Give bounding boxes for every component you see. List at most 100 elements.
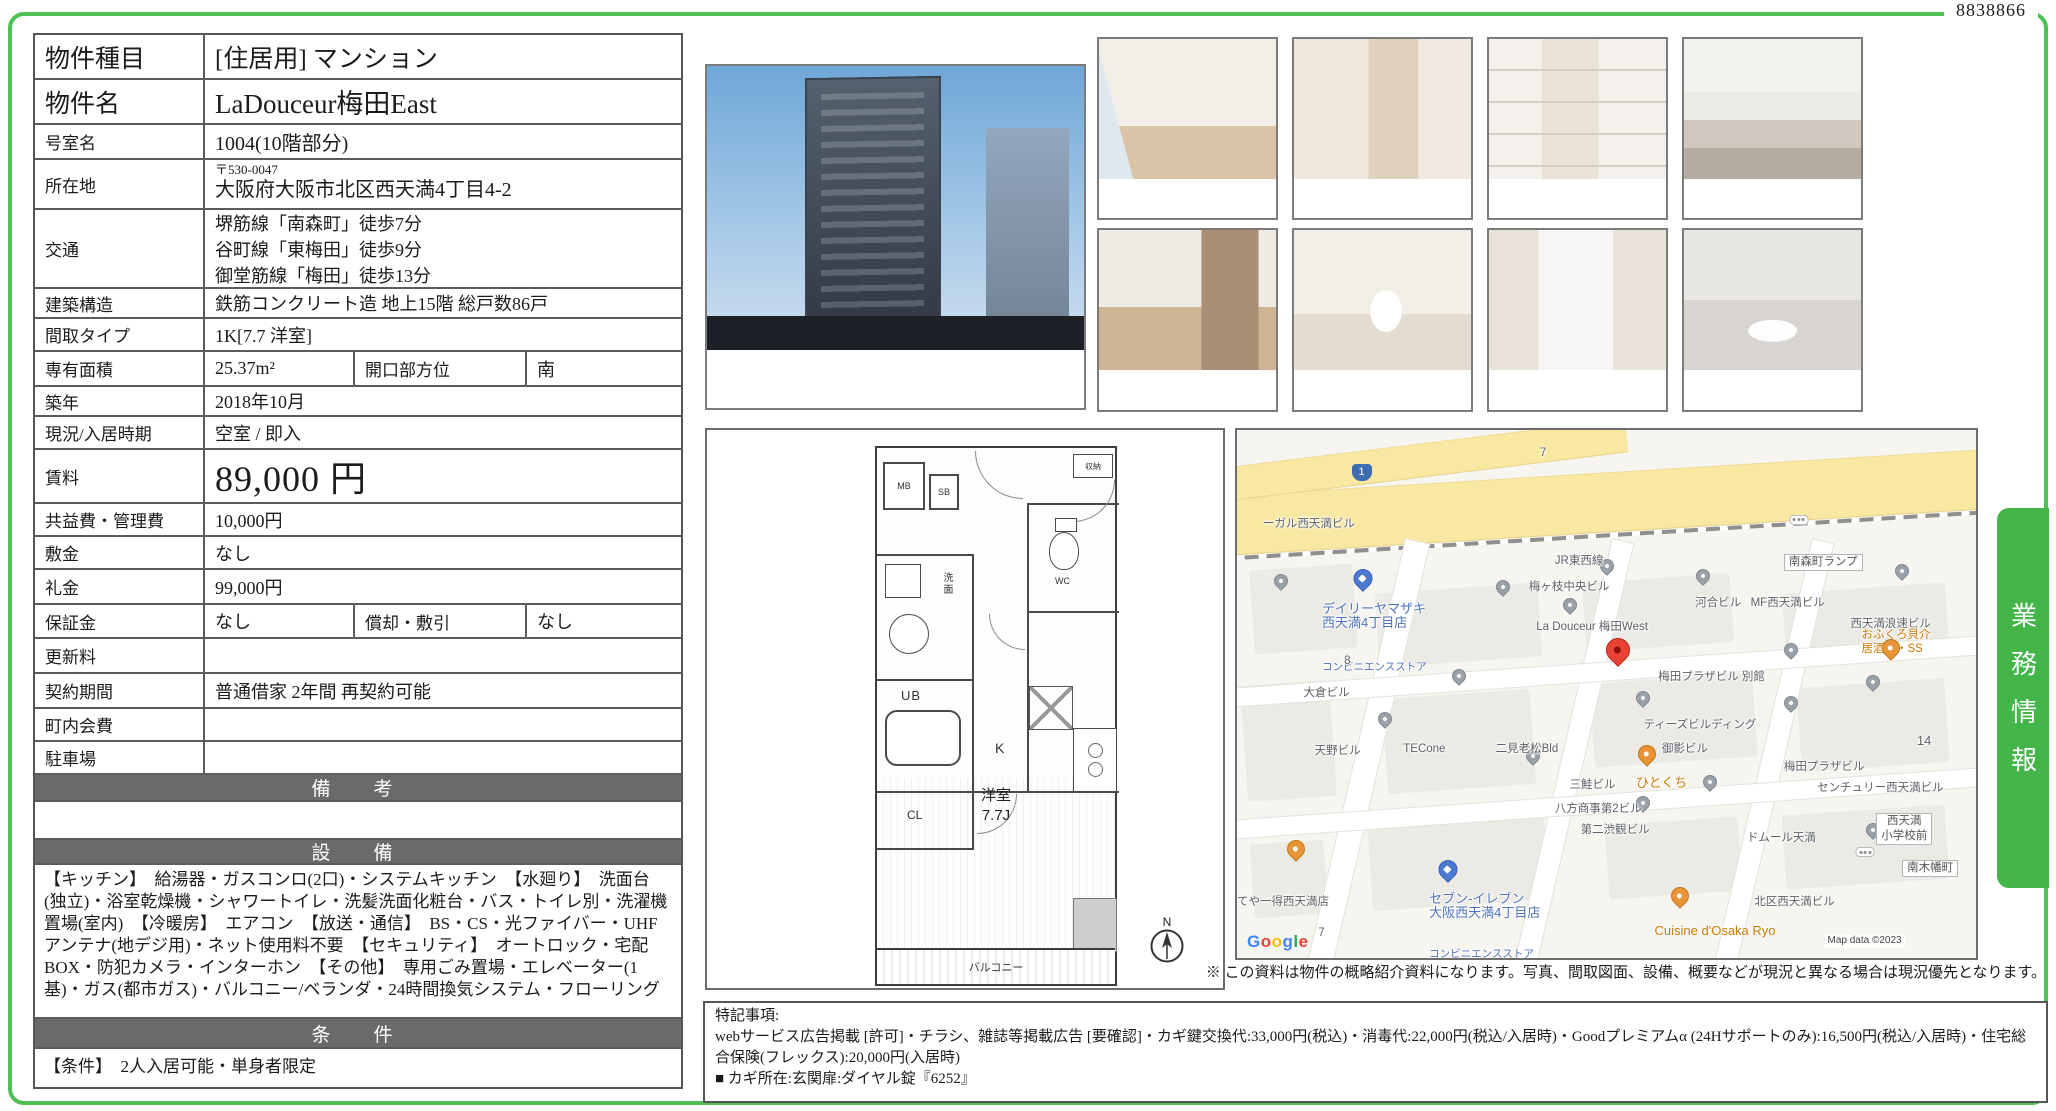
map-label: 三鮭ビル [1570, 778, 1616, 792]
room-image [1099, 230, 1276, 370]
table-row: 町内会費 [35, 709, 681, 742]
stove-counter-icon [1073, 728, 1117, 792]
access-line-1: 堺筋線「南森町」徒歩7分 [215, 211, 681, 237]
traffic-signal-icon [1789, 515, 1808, 525]
conditions-body: 【条件】 2人入居可能・単身者限定 [35, 1049, 681, 1087]
label-built-year: 築年 [35, 387, 205, 415]
label-property-type: 物件種目 [35, 35, 205, 78]
table-row: 物件名 LaDouceur梅田East [35, 80, 681, 125]
map-label: ひとくち [1636, 776, 1687, 790]
map-label: 梅田プラザビル 別館 [1658, 670, 1765, 684]
value-access: 堺筋線「南森町」徒歩7分 谷町線「東梅田」徒歩9分 御堂筋線「梅田」徒歩13分 [205, 210, 681, 287]
access-line-3: 御堂筋線「梅田」徒歩13分 [215, 263, 681, 289]
property-photo-doors [1292, 37, 1473, 220]
value-management-fee: 10,000円 [205, 504, 681, 535]
value-structure: 鉄筋コンクリート造 地上15階 総戸数86戸 [205, 289, 681, 317]
special-notes-box: 特記事項: webサービス広告掲載 [許可]・チラシ、雑誌等掲載広告 [要確認]… [703, 1001, 2048, 1103]
value-key-money: 99,000円 [205, 570, 681, 603]
value-parking [205, 742, 681, 773]
burner-icon [1088, 762, 1103, 777]
toilet-icon [1049, 532, 1079, 570]
map-label: セブン-イレブン 大阪西天満4丁目店 [1429, 892, 1540, 920]
map-label: 西天満 小学校前 [1876, 813, 1932, 845]
map-label: ドムール天満 [1747, 831, 1816, 845]
label-contract-period: 契約期間 [35, 674, 205, 707]
burner-icon [1088, 743, 1103, 758]
map-label: 7 [1318, 926, 1324, 940]
map-label: JR東西線 [1555, 554, 1604, 568]
label-rent: 賃料 [35, 450, 205, 502]
google-logo-letter: g [1283, 932, 1294, 951]
equipment-body: 【キッチン】 給湯器・ガスコンロ(2口)・システムキッチン 【水廻り】 洗面台(… [35, 865, 681, 1019]
wall [877, 848, 974, 850]
label-property-name: 物件名 [35, 80, 205, 123]
map-label: 大倉ビル [1304, 686, 1350, 700]
washer-space-icon [1029, 686, 1073, 730]
map-label: コンビニエンスストア [1322, 660, 1427, 674]
label-deposit: 敷金 [35, 537, 205, 568]
label-occupancy-status: 現況/入居時期 [35, 417, 205, 448]
room-image [1684, 230, 1861, 370]
value-built-year: 2018年10月 [205, 387, 681, 415]
table-row: 賃料 89,000 円 [35, 450, 681, 504]
building-exterior-image [707, 66, 1084, 350]
map-label: センチュリー西天満ビル [1817, 781, 1944, 795]
unit-bath-label: UB [901, 688, 921, 703]
wc-label: WC [1055, 576, 1070, 586]
property-photo-hallway [1097, 228, 1278, 412]
map-pin-icon [1892, 561, 1912, 581]
google-logo: Google [1247, 932, 1309, 952]
property-photo-exterior [705, 64, 1086, 410]
map-label: 梅ヶ枝中央ビル [1529, 580, 1610, 594]
value-guarantee-money: なし [205, 605, 355, 637]
map-label: 二見老松Bld [1496, 742, 1559, 756]
map-label: 天野ビル [1315, 744, 1361, 758]
value-contract-period: 普通借家 2年間 再契約可能 [205, 674, 681, 707]
kitchen-label: K [995, 740, 1004, 756]
table-row: 築年 2018年10月 [35, 387, 681, 417]
remarks-body [35, 802, 681, 840]
value-property-name: LaDouceur梅田East [205, 80, 681, 123]
table-row: 現況/入居時期 空室 / 即入 [35, 417, 681, 450]
building-silhouette [805, 76, 941, 350]
table-row: 駐車場 [35, 742, 681, 775]
property-photo-washroom [1487, 228, 1668, 412]
property-detail-table: 物件種目 [住居用] マンション 物件名 LaDouceur梅田East 号室名… [33, 33, 683, 1089]
business-info-tab[interactable]: 業務情報 [1997, 508, 2049, 888]
value-property-type: [住居用] マンション [205, 35, 681, 78]
label-town-fee: 町内会費 [35, 709, 205, 740]
western-room-label: 洋室 7.7J [877, 786, 1115, 826]
value-layout-type: 1K[7.7 洋室] [205, 319, 681, 350]
remarks-header: 備 考 [35, 775, 681, 802]
map-label: 南森町ランプ [1784, 554, 1863, 571]
label-room-number: 号室名 [35, 125, 205, 158]
property-photo-kitchen [1682, 37, 1863, 220]
wall [877, 679, 972, 681]
map-label: TECone [1403, 742, 1445, 756]
google-logo-letter: o [1272, 932, 1283, 951]
special-notes-title: 特記事項: [715, 1006, 2036, 1027]
room-image [1294, 230, 1471, 370]
table-row: 更新料 [35, 639, 681, 674]
meter-box: MB [883, 462, 925, 510]
table-row: 共益費・管理費 10,000円 [35, 504, 681, 537]
map-label: べてや一得西天満店 [1235, 895, 1329, 909]
location-map[interactable]: 71ーガル西天満ビルJR東西線南森町ランプ梅ヶ枝中央ビルデイリーヤマザキ 西天満… [1235, 428, 1978, 960]
map-label: 1 [1352, 464, 1372, 481]
washstand-icon [885, 564, 921, 598]
table-row: 所在地 〒530-0047 大阪府大阪市北区西天満4丁目4-2 [35, 160, 681, 210]
property-photo-living [1097, 37, 1278, 220]
traffic-signal-icon [1856, 847, 1875, 857]
table-row: 礼金 99,000円 [35, 570, 681, 605]
label-management-fee: 共益費・管理費 [35, 504, 205, 535]
special-notes-line2: ■ カギ所在:玄関扉:ダイヤル錠『6252』 [715, 1069, 2036, 1090]
label-parking: 駐車場 [35, 742, 205, 773]
value-town-fee [205, 709, 681, 740]
entry-door-arc [975, 451, 1023, 499]
wall [1027, 503, 1029, 793]
map-label: Cuisine d'Osaka Ryo [1655, 924, 1776, 938]
compass-n-label: N [1145, 916, 1189, 928]
label-layout-type: 間取タイプ [35, 319, 205, 350]
google-logo-letter: e [1299, 932, 1309, 951]
map-label: 北区西天満ビル [1754, 895, 1835, 909]
